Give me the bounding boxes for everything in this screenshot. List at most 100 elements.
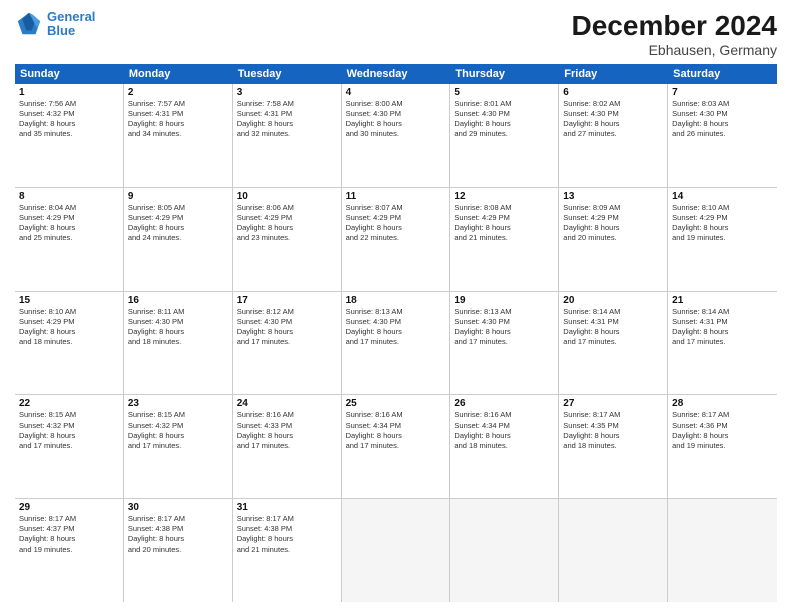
cell-line2: Sunset: 4:30 PM <box>563 109 663 119</box>
header-day-saturday: Saturday <box>668 64 777 84</box>
cell-line3: Daylight: 8 hours <box>19 223 119 233</box>
cell-line3: Daylight: 8 hours <box>346 431 446 441</box>
cell-line4: and 21 minutes. <box>454 233 554 243</box>
cell-line4: and 29 minutes. <box>454 129 554 139</box>
page: General Blue December 2024 Ebhausen, Ger… <box>0 0 792 612</box>
cell-line2: Sunset: 4:34 PM <box>454 421 554 431</box>
cell-line4: and 25 minutes. <box>19 233 119 243</box>
header-day-thursday: Thursday <box>450 64 559 84</box>
cell-line3: Daylight: 8 hours <box>672 119 773 129</box>
day-number: 7 <box>672 87 773 98</box>
cell-line2: Sunset: 4:30 PM <box>346 109 446 119</box>
cell-line4: and 24 minutes. <box>128 233 228 243</box>
calendar-cell-9: 9Sunrise: 8:05 AMSunset: 4:29 PMDaylight… <box>124 188 233 291</box>
cell-line4: and 26 minutes. <box>672 129 773 139</box>
day-number: 16 <box>128 295 228 306</box>
cell-line1: Sunrise: 8:13 AM <box>346 307 446 317</box>
cell-line2: Sunset: 4:32 PM <box>19 421 119 431</box>
day-number: 23 <box>128 398 228 409</box>
cell-line2: Sunset: 4:29 PM <box>672 213 773 223</box>
cell-line3: Daylight: 8 hours <box>563 223 663 233</box>
cell-line2: Sunset: 4:30 PM <box>672 109 773 119</box>
day-number: 20 <box>563 295 663 306</box>
subtitle: Ebhausen, Germany <box>572 42 777 58</box>
logo-line2: Blue <box>47 23 75 38</box>
calendar-cell-18: 18Sunrise: 8:13 AMSunset: 4:30 PMDayligh… <box>342 292 451 395</box>
day-number: 8 <box>19 191 119 202</box>
calendar-cell-3: 3Sunrise: 7:58 AMSunset: 4:31 PMDaylight… <box>233 84 342 187</box>
day-number: 30 <box>128 502 228 513</box>
calendar: SundayMondayTuesdayWednesdayThursdayFrid… <box>15 64 777 602</box>
cell-line1: Sunrise: 8:12 AM <box>237 307 337 317</box>
calendar-cell-16: 16Sunrise: 8:11 AMSunset: 4:30 PMDayligh… <box>124 292 233 395</box>
cell-line4: and 32 minutes. <box>237 129 337 139</box>
logo: General Blue <box>15 10 95 39</box>
calendar-cell-empty <box>559 499 668 602</box>
logo-line1: General <box>47 9 95 24</box>
cell-line3: Daylight: 8 hours <box>672 223 773 233</box>
cell-line1: Sunrise: 8:00 AM <box>346 99 446 109</box>
cell-line1: Sunrise: 8:08 AM <box>454 203 554 213</box>
cell-line2: Sunset: 4:31 PM <box>237 109 337 119</box>
cell-line2: Sunset: 4:29 PM <box>128 213 228 223</box>
cell-line2: Sunset: 4:38 PM <box>128 524 228 534</box>
title-block: December 2024 Ebhausen, Germany <box>572 10 777 58</box>
cell-line1: Sunrise: 8:15 AM <box>128 410 228 420</box>
cell-line3: Daylight: 8 hours <box>237 431 337 441</box>
cell-line3: Daylight: 8 hours <box>128 327 228 337</box>
cell-line4: and 22 minutes. <box>346 233 446 243</box>
calendar-cell-empty <box>342 499 451 602</box>
day-number: 29 <box>19 502 119 513</box>
day-number: 6 <box>563 87 663 98</box>
calendar-cell-empty <box>450 499 559 602</box>
cell-line3: Daylight: 8 hours <box>346 327 446 337</box>
calendar-cell-25: 25Sunrise: 8:16 AMSunset: 4:34 PMDayligh… <box>342 395 451 498</box>
cell-line4: and 18 minutes. <box>563 441 663 451</box>
cell-line4: and 30 minutes. <box>346 129 446 139</box>
header-day-tuesday: Tuesday <box>233 64 342 84</box>
cell-line4: and 18 minutes. <box>19 337 119 347</box>
calendar-cell-6: 6Sunrise: 8:02 AMSunset: 4:30 PMDaylight… <box>559 84 668 187</box>
header-day-monday: Monday <box>124 64 233 84</box>
day-number: 2 <box>128 87 228 98</box>
day-number: 5 <box>454 87 554 98</box>
cell-line2: Sunset: 4:32 PM <box>19 109 119 119</box>
day-number: 25 <box>346 398 446 409</box>
cell-line4: and 34 minutes. <box>128 129 228 139</box>
cell-line2: Sunset: 4:30 PM <box>237 317 337 327</box>
cell-line1: Sunrise: 8:17 AM <box>128 514 228 524</box>
logo-icon <box>15 10 43 38</box>
cell-line4: and 18 minutes. <box>454 441 554 451</box>
calendar-row-4: 22Sunrise: 8:15 AMSunset: 4:32 PMDayligh… <box>15 395 777 499</box>
cell-line1: Sunrise: 8:14 AM <box>563 307 663 317</box>
cell-line1: Sunrise: 8:17 AM <box>672 410 773 420</box>
calendar-cell-29: 29Sunrise: 8:17 AMSunset: 4:37 PMDayligh… <box>15 499 124 602</box>
day-number: 15 <box>19 295 119 306</box>
header-day-sunday: Sunday <box>15 64 124 84</box>
cell-line1: Sunrise: 8:04 AM <box>19 203 119 213</box>
calendar-cell-15: 15Sunrise: 8:10 AMSunset: 4:29 PMDayligh… <box>15 292 124 395</box>
cell-line4: and 21 minutes. <box>237 545 337 555</box>
cell-line1: Sunrise: 8:16 AM <box>237 410 337 420</box>
cell-line2: Sunset: 4:29 PM <box>346 213 446 223</box>
cell-line2: Sunset: 4:33 PM <box>237 421 337 431</box>
calendar-cell-8: 8Sunrise: 8:04 AMSunset: 4:29 PMDaylight… <box>15 188 124 291</box>
day-number: 10 <box>237 191 337 202</box>
cell-line1: Sunrise: 8:10 AM <box>672 203 773 213</box>
calendar-cell-22: 22Sunrise: 8:15 AMSunset: 4:32 PMDayligh… <box>15 395 124 498</box>
calendar-cell-28: 28Sunrise: 8:17 AMSunset: 4:36 PMDayligh… <box>668 395 777 498</box>
day-number: 17 <box>237 295 337 306</box>
cell-line2: Sunset: 4:29 PM <box>19 317 119 327</box>
cell-line1: Sunrise: 8:07 AM <box>346 203 446 213</box>
day-number: 26 <box>454 398 554 409</box>
day-number: 12 <box>454 191 554 202</box>
cell-line4: and 35 minutes. <box>19 129 119 139</box>
cell-line3: Daylight: 8 hours <box>128 119 228 129</box>
cell-line2: Sunset: 4:30 PM <box>454 109 554 119</box>
cell-line1: Sunrise: 7:56 AM <box>19 99 119 109</box>
day-number: 18 <box>346 295 446 306</box>
cell-line3: Daylight: 8 hours <box>454 431 554 441</box>
cell-line1: Sunrise: 8:02 AM <box>563 99 663 109</box>
main-title: December 2024 <box>572 10 777 42</box>
header-day-friday: Friday <box>559 64 668 84</box>
